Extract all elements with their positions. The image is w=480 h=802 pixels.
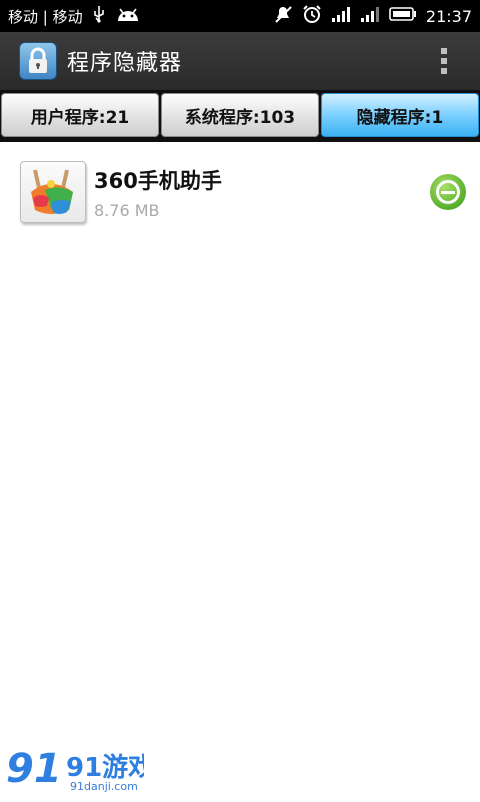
tab-user-apps[interactable]: 用户程序:21 [1,93,159,137]
status-bar: 移动 | 移动 21:37 [0,0,480,32]
hidden-app-list: 360手机助手 8.76 MB [0,142,480,242]
watermark-url: 91danji.com [70,780,138,793]
overflow-menu-icon[interactable] [434,44,454,78]
tab-system-apps[interactable]: 系统程序:103 [161,93,319,137]
app-name: 360手机助手 [94,168,222,193]
tab-bar: 用户程序:21 系统程序:103 隐藏程序:1 [0,90,480,142]
svg-text:91: 91 [6,746,62,792]
signal-icon [331,5,351,27]
battery-icon [389,6,417,26]
action-bar: 程序隐藏器 [0,32,480,90]
app-title: 程序隐藏器 [67,51,183,76]
tab-hidden-apps[interactable]: 隐藏程序:1 [321,93,479,137]
app-size: 8.76 MB [94,200,160,220]
360-assistant-icon [20,161,86,223]
unhide-icon[interactable] [430,174,466,210]
android-icon [115,5,141,27]
clock: 21:37 [425,6,472,26]
lock-icon[interactable] [19,42,57,80]
watermark-logo-text: 91游戏 [66,753,144,783]
carrier-label: 移动 | 移动 [8,7,83,26]
signal-icon-2 [360,5,380,27]
usb-icon [91,5,107,27]
mute-icon [273,4,293,28]
alarm-icon [302,4,322,28]
list-item[interactable]: 360手机助手 8.76 MB [0,142,480,242]
